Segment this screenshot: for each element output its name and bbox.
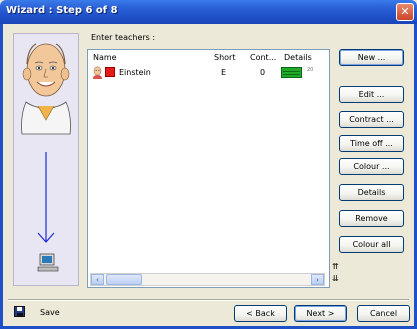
colour-button[interactable]: Colour ... xyxy=(339,158,404,175)
remove-button[interactable]: Remove xyxy=(339,210,404,227)
column-header-details[interactable]: Details xyxy=(284,53,312,62)
close-icon: ✕ xyxy=(400,5,410,18)
window-title: Wizard : Step 6 of 8 xyxy=(6,5,118,16)
contract-button[interactable]: Contract ... xyxy=(339,111,404,128)
sort-up-button[interactable]: ⇈ xyxy=(331,262,340,272)
save-button[interactable]: Save xyxy=(40,308,60,317)
scroll-right-button[interactable]: › xyxy=(311,274,324,285)
wizard-illustration-panel xyxy=(13,33,79,286)
chevron-right-icon: › xyxy=(316,276,319,284)
close-button[interactable]: ✕ xyxy=(396,3,414,21)
teacher-face-icon xyxy=(93,66,102,79)
new-button[interactable]: New ... xyxy=(339,49,404,66)
next-button[interactable]: Next > xyxy=(294,305,347,322)
colour-all-button[interactable]: Colour all xyxy=(339,236,404,253)
horizontal-scrollbar[interactable]: ‹ › xyxy=(90,273,325,286)
teacher-contract: 0 xyxy=(260,68,266,77)
computer-icon xyxy=(37,253,59,272)
down-arrow-icon xyxy=(37,152,55,243)
time-off-button[interactable]: Time off ... xyxy=(339,135,404,152)
chevron-left-icon: ‹ xyxy=(96,276,99,284)
column-header-contract[interactable]: Cont... xyxy=(250,53,276,62)
scroll-left-button[interactable]: ‹ xyxy=(91,274,104,285)
edit-button[interactable]: Edit ... xyxy=(339,86,404,103)
details-note: 20 xyxy=(307,67,314,73)
title-bar[interactable]: Wizard : Step 6 of 8 ✕ xyxy=(0,0,417,24)
teacher-name: Einstein xyxy=(119,68,151,77)
table-row[interactable]: Einstein E 0 20 xyxy=(88,66,329,80)
teacher-colour-swatch xyxy=(105,67,115,77)
teacher-short: E xyxy=(221,68,227,77)
cancel-button[interactable]: Cancel xyxy=(357,305,410,322)
details-button[interactable]: Details xyxy=(339,184,404,201)
footer-divider xyxy=(8,299,409,301)
sort-down-icon: ⇊ xyxy=(332,274,339,283)
teacher-details-indicator xyxy=(281,67,302,78)
illustration xyxy=(21,43,71,272)
back-button[interactable]: < Back xyxy=(234,305,287,322)
sort-down-button[interactable]: ⇊ xyxy=(331,274,340,284)
column-header-name[interactable]: Name xyxy=(93,53,117,62)
list-header: Name Short Cont... Details xyxy=(88,50,329,64)
teachers-list[interactable]: Name Short Cont... Details Einstein E 0 … xyxy=(87,49,330,288)
save-icon[interactable] xyxy=(14,306,25,317)
column-header-short[interactable]: Short xyxy=(214,53,235,62)
sort-up-icon: ⇈ xyxy=(332,262,339,271)
teacher-face-icon xyxy=(21,43,71,135)
enter-teachers-label: Enter teachers : xyxy=(91,33,156,42)
scroll-thumb[interactable] xyxy=(106,274,142,285)
